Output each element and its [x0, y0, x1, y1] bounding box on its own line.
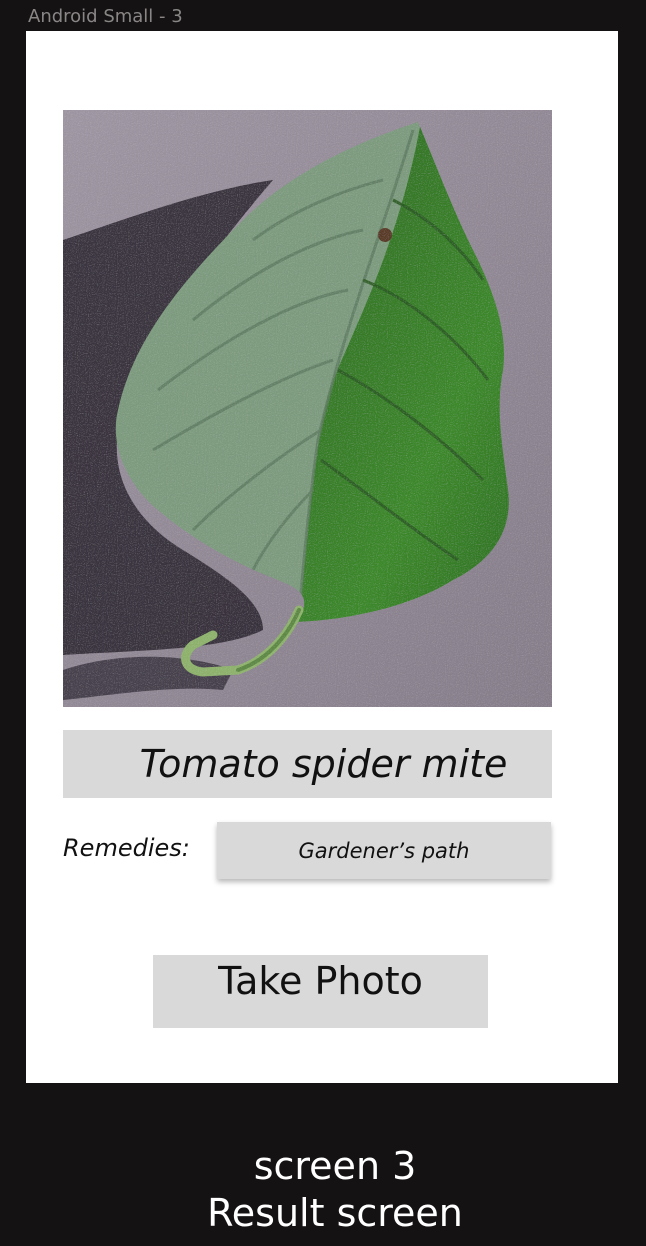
diagnosis-title: Tomato spider mite	[139, 742, 508, 786]
remedy-gardeners-path-button[interactable]: Gardener’s path	[217, 822, 551, 879]
phone-screen: Tomato spider mite Remedies: Gardener’s …	[26, 31, 618, 1083]
screen-caption: screen 3 Result screen	[0, 1143, 646, 1237]
remedies-label: Remedies:	[63, 834, 190, 862]
caption-line-2: Result screen	[207, 1191, 463, 1235]
leaf-photo	[63, 110, 552, 707]
caption-line-1: screen 3	[253, 1144, 417, 1188]
result-box: Tomato spider mite	[63, 730, 552, 798]
frame-label: Android Small - 3	[28, 6, 183, 27]
take-photo-label: Take Photo	[218, 959, 423, 1003]
take-photo-button[interactable]: Take Photo	[153, 955, 488, 1028]
